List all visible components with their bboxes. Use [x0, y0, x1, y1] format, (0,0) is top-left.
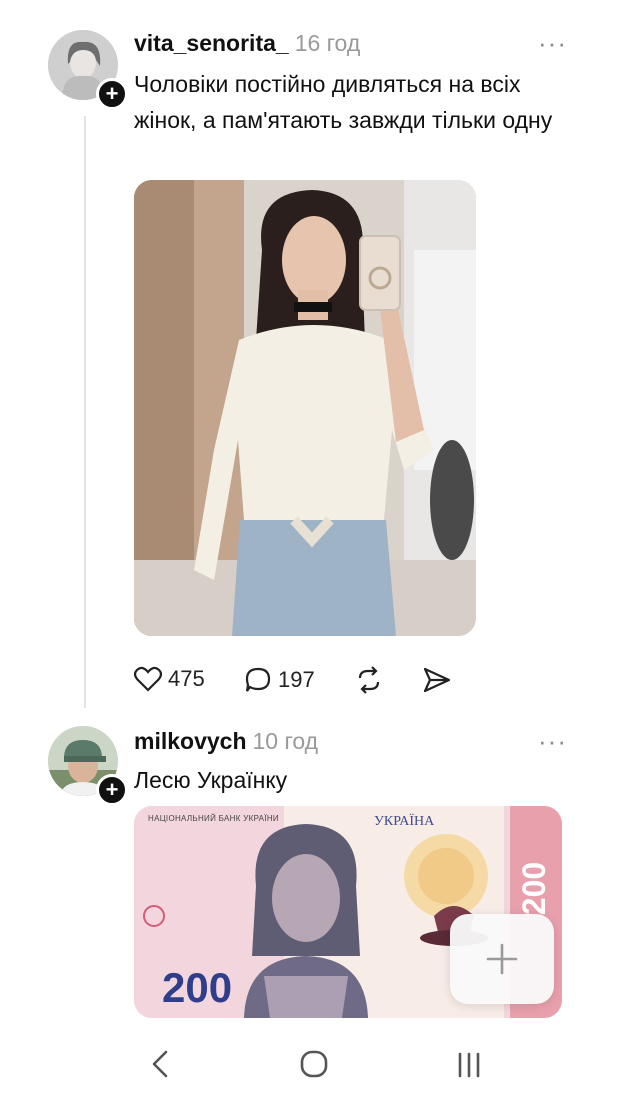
username[interactable]: vita_senorita_	[134, 30, 289, 56]
comment-icon	[245, 667, 271, 692]
post-photo[interactable]	[134, 180, 476, 636]
username[interactable]: milkovych	[134, 728, 247, 754]
heart-icon	[134, 666, 162, 692]
home-circle-icon[interactable]	[298, 1048, 330, 1080]
more-options-icon[interactable]: ···	[538, 726, 567, 757]
banknote-country: УКРАЇНА	[374, 814, 435, 829]
repost-icon	[358, 666, 380, 694]
follow-plus-icon[interactable]: +	[96, 774, 128, 806]
follow-plus-icon[interactable]: +	[96, 78, 128, 110]
like-count: 475	[168, 666, 205, 691]
banknote-denomination-vertical: 200	[516, 861, 553, 916]
new-post-fab[interactable]	[450, 914, 554, 1004]
banknote-denomination: 200	[162, 964, 233, 1011]
send-icon	[423, 667, 451, 693]
comment-count: 197	[278, 667, 315, 692]
back-chevron-icon[interactable]	[148, 1048, 172, 1080]
banknote-bank-label: НАЦІОНАЛЬНИЙ БАНК УКРАЇНИ	[148, 814, 279, 823]
thread-line	[84, 116, 86, 708]
timestamp: 10 год	[252, 728, 319, 754]
post-header: vita_senorita_ 16 год	[134, 30, 360, 57]
comment-button[interactable]: 197	[244, 666, 315, 694]
repost-button[interactable]	[354, 666, 384, 694]
share-button[interactable]	[422, 666, 452, 694]
timestamp: 16 год	[294, 30, 361, 56]
plus-icon	[486, 943, 518, 975]
post-header: milkovych 10 год	[134, 728, 318, 755]
more-options-icon[interactable]: ···	[538, 28, 567, 59]
recent-apps-icon[interactable]	[454, 1050, 484, 1080]
system-nav-bar	[0, 1022, 624, 1108]
post-text: Чоловіки постійно дивляться на всіх жіно…	[134, 71, 553, 133]
like-button[interactable]: 475	[134, 666, 205, 692]
post-text: Лесю Українку	[134, 767, 288, 793]
